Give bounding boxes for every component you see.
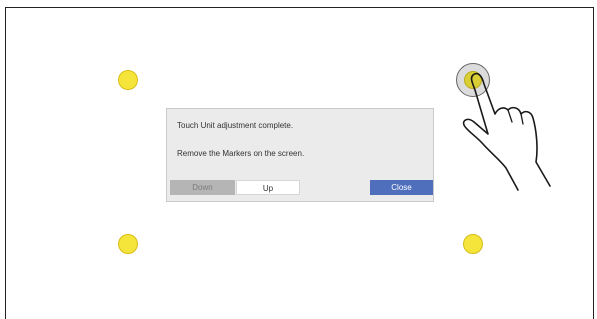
- marker-bottom-left: [118, 234, 138, 254]
- dialog-message-line1: Touch Unit adjustment complete.: [177, 121, 294, 130]
- close-button[interactable]: Close: [370, 180, 433, 195]
- adjustment-complete-dialog: Touch Unit adjustment complete. Remove t…: [166, 108, 434, 202]
- hand-pointer-icon: [462, 72, 551, 191]
- up-button[interactable]: Up: [236, 180, 300, 195]
- marker-top-left: [118, 70, 138, 90]
- dialog-message-line2: Remove the Markers on the screen.: [177, 149, 305, 158]
- down-button[interactable]: Down: [170, 180, 235, 195]
- marker-bottom-right: [463, 234, 483, 254]
